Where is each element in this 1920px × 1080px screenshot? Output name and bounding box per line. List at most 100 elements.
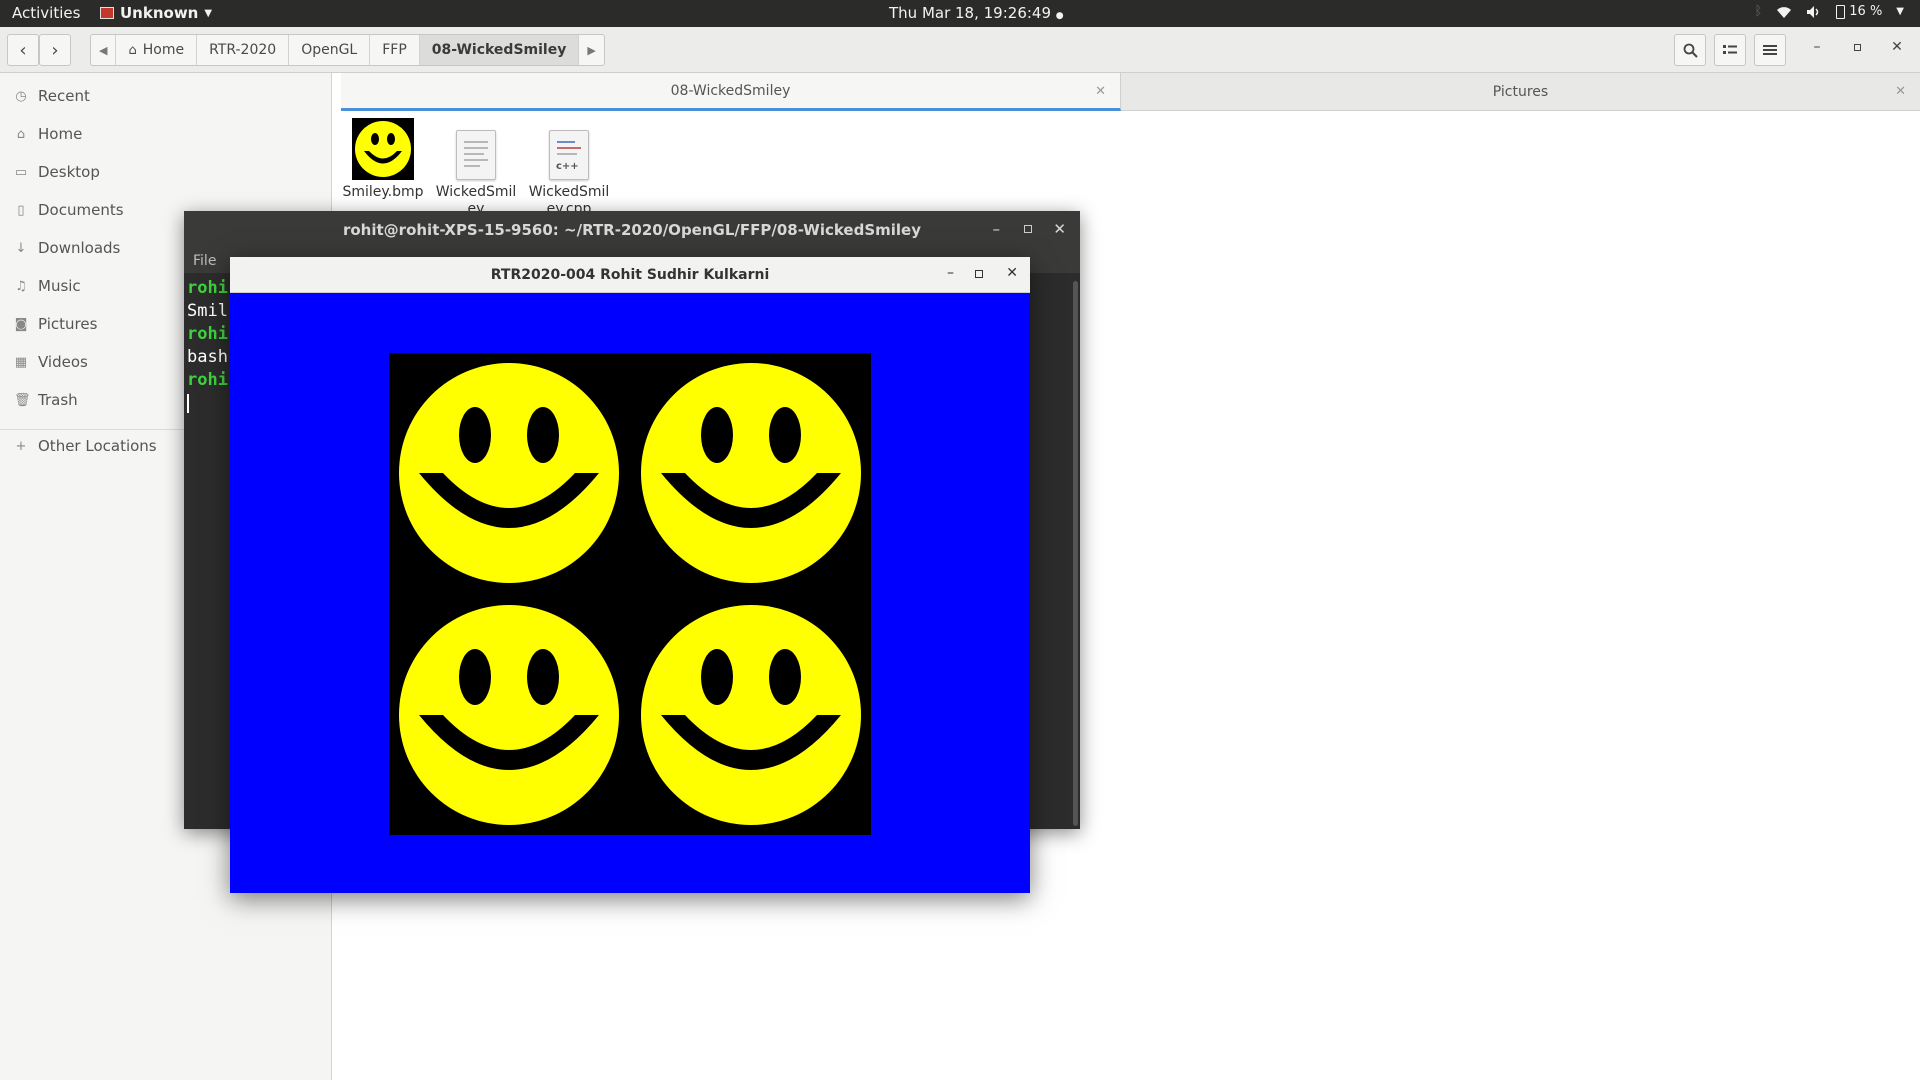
file-item[interactable]: Smiley.bmp: [340, 118, 426, 218]
smiley-face-bottom-right: [641, 605, 861, 825]
clock-icon: ◷: [15, 88, 27, 104]
maximize-icon: [1853, 44, 1861, 51]
battery-icon: [1836, 4, 1846, 19]
opengl-minimize-icon[interactable]: –: [947, 265, 954, 281]
chevron-down-icon: ▼: [204, 7, 213, 19]
chevron-right-icon: ›: [51, 39, 59, 61]
status-area[interactable]: ᛒ 16 % ▼: [1754, 4, 1904, 19]
terminal-maximize-icon[interactable]: [1024, 225, 1032, 233]
clock-label: Thu Mar 18, 19:26:49: [889, 4, 1052, 22]
sidebar-item-recent[interactable]: ◷ Recent: [14, 87, 90, 105]
app-name: Unknown: [120, 4, 199, 22]
terminal-close-icon[interactable]: ✕: [1053, 220, 1066, 238]
sidebar-item-label: Other Locations: [38, 437, 157, 455]
bluetooth-icon: ᛒ: [1754, 4, 1763, 19]
sidebar-item-label: Recent: [38, 87, 90, 105]
minimize-icon: –: [1813, 39, 1821, 55]
search-icon: [1683, 43, 1698, 58]
menu-button[interactable]: [1754, 34, 1786, 66]
folder-icon: ▭: [14, 164, 28, 180]
tab-08-wickedsmiley[interactable]: 08-WickedSmiley ✕: [341, 73, 1121, 111]
terminal-scrollbar[interactable]: [1073, 281, 1078, 826]
sidebar-item-pictures[interactable]: ◙ Pictures: [14, 315, 98, 333]
terminal-minimize-icon[interactable]: –: [993, 220, 1001, 238]
app-icon: [100, 7, 114, 19]
trash-icon: 🗑: [14, 392, 31, 408]
hamburger-icon: [1763, 45, 1777, 55]
view-mode-button[interactable]: [1714, 34, 1746, 66]
breadcrumb-label: Home: [142, 42, 185, 58]
opengl-window-title: RTR2020-004 Rohit Sudhir Kulkarni: [490, 266, 770, 283]
breadcrumb-rtr2020[interactable]: RTR-2020: [197, 35, 290, 65]
sidebar-item-videos[interactable]: ▦ Videos: [14, 353, 88, 371]
file-manager-toolbar: ‹ › ◀ ⌂ Home RTR-2020 OpenGL FFP 08-Wick…: [0, 27, 1920, 73]
file-item[interactable]: c++ WickedSmiley.cpp: [526, 130, 612, 218]
chevron-left-icon: ‹: [19, 39, 27, 61]
tab-pictures[interactable]: Pictures ✕: [1121, 73, 1920, 111]
download-icon: ↓: [15, 240, 27, 256]
sidebar-item-label: Desktop: [38, 163, 100, 181]
sidebar-item-documents[interactable]: ▯ Documents: [14, 201, 124, 219]
document-icon: ▯: [17, 202, 25, 218]
breadcrumb: ◀ ⌂ Home RTR-2020 OpenGL FFP 08-WickedSm…: [90, 34, 605, 66]
sidebar-item-label: Home: [38, 125, 83, 143]
tab-bar: 08-WickedSmiley ✕ Pictures ✕: [341, 73, 1920, 111]
close-icon[interactable]: ✕: [1895, 84, 1906, 99]
sidebar-item-label: Trash: [38, 391, 78, 409]
opengl-titlebar[interactable]: RTR2020-004 Rohit Sudhir Kulkarni – ✕: [230, 257, 1030, 293]
cpp-file-icon: c++: [549, 130, 589, 180]
wifi-icon: [1777, 6, 1792, 18]
top-panel: Activities Unknown ▼ Thu Mar 18, 19:26:4…: [0, 0, 1920, 27]
breadcrumb-scroll-right[interactable]: ▶: [579, 35, 603, 65]
opengl-maximize-icon[interactable]: [975, 270, 983, 278]
opengl-window: RTR2020-004 Rohit Sudhir Kulkarni – ✕: [230, 257, 1030, 893]
text-file-icon: [456, 130, 496, 180]
minimize-button[interactable]: –: [1807, 39, 1827, 55]
maximize-button[interactable]: [1847, 39, 1867, 55]
terminal-title: rohit@rohit-XPS-15-9560: ~/RTR-2020/Open…: [342, 221, 921, 239]
menu-file[interactable]: File: [193, 253, 216, 269]
smiley-face-top-right: [641, 363, 861, 583]
sidebar-item-label: Pictures: [38, 315, 98, 333]
smiley-texture: [399, 363, 861, 825]
sidebar-item-trash[interactable]: 🗑 Trash: [14, 391, 78, 409]
sidebar-item-label: Music: [38, 277, 81, 295]
tab-label: 08-WickedSmiley: [670, 82, 791, 99]
battery-status: 16 %: [1836, 4, 1882, 19]
terminal-titlebar[interactable]: rohit@rohit-XPS-15-9560: ~/RTR-2020/Open…: [184, 211, 1080, 249]
forward-button[interactable]: ›: [39, 34, 71, 66]
opengl-close-icon[interactable]: ✕: [1006, 265, 1018, 281]
smiley-image-icon: [352, 118, 414, 180]
back-button[interactable]: ‹: [7, 34, 39, 66]
sidebar-item-label: Documents: [38, 201, 124, 219]
smiley-face-bottom-left: [399, 605, 619, 825]
sidebar-item-music[interactable]: ♫ Music: [14, 277, 81, 295]
activities-button[interactable]: Activities: [12, 4, 80, 22]
camera-icon: ◙: [14, 316, 28, 332]
sidebar-item-label: Downloads: [38, 239, 121, 257]
close-icon: ✕: [1891, 39, 1903, 55]
smiley-face-top-left: [399, 363, 619, 583]
breadcrumb-current[interactable]: 08-WickedSmiley: [419, 35, 580, 65]
power-menu-icon: ▼: [1896, 6, 1904, 17]
breadcrumb-opengl[interactable]: OpenGL: [289, 35, 371, 65]
breadcrumb-ffp[interactable]: FFP: [370, 35, 420, 65]
list-view-icon: [1723, 45, 1737, 54]
sidebar-item-downloads[interactable]: ↓ Downloads: [14, 239, 121, 257]
sidebar-item-home[interactable]: ⌂ Home: [14, 125, 82, 143]
sidebar-item-desktop[interactable]: ▭ Desktop: [14, 163, 100, 181]
breadcrumb-scroll-left[interactable]: ◀: [91, 35, 117, 65]
app-menu[interactable]: Unknown ▼: [100, 4, 212, 22]
sidebar-item-other-locations[interactable]: + Other Locations: [14, 437, 157, 455]
breadcrumb-home[interactable]: ⌂ Home: [116, 35, 198, 65]
home-icon: ⌂: [16, 126, 26, 142]
clock[interactable]: Thu Mar 18, 19:26:49 ●: [889, 4, 1064, 22]
close-button[interactable]: ✕: [1887, 39, 1907, 55]
sidebar-item-label: Videos: [38, 353, 88, 371]
search-button[interactable]: [1674, 34, 1706, 66]
home-icon: ⌂: [128, 42, 137, 58]
notification-dot-icon: ●: [1055, 11, 1064, 21]
file-item[interactable]: WickedSmiley: [433, 130, 519, 218]
tab-label: Pictures: [1492, 84, 1549, 100]
close-icon[interactable]: ✕: [1095, 84, 1106, 99]
